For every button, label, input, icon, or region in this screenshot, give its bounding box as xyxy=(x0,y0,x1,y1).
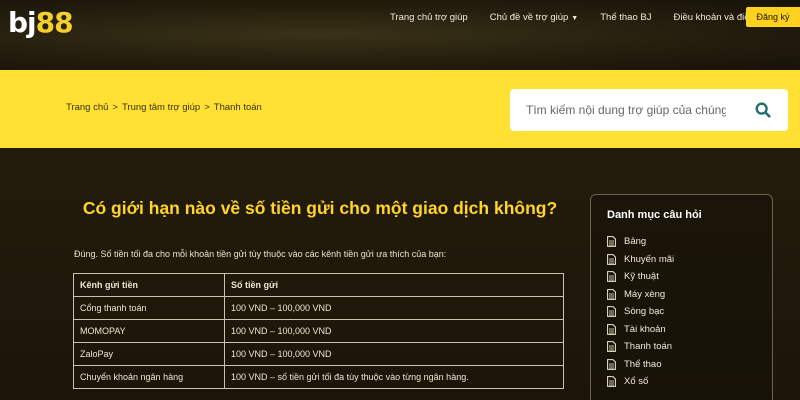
category-item-tables[interactable]: Bảng xyxy=(607,233,674,251)
table-cell-amount: 100 VND – 100,000 VND xyxy=(224,319,564,343)
category-label: Thanh toán xyxy=(624,341,673,353)
category-label: Tài khoản xyxy=(624,323,666,335)
breadcrumb-help-center[interactable]: Trung tâm trợ giúp xyxy=(122,102,200,113)
document-icon xyxy=(607,288,616,300)
table-header-amount: Số tiền gửi xyxy=(224,273,564,297)
category-label: Sòng bạc xyxy=(624,306,665,318)
top-header: bj88 Trang chủ trợ giúp Chủ đề về trợ gi… xyxy=(0,0,800,70)
search-icon[interactable] xyxy=(754,101,772,119)
category-item-casino[interactable]: Sòng bạc xyxy=(607,303,674,321)
table-row: Chuyển khoản ngân hàng 100 VND – số tiền… xyxy=(73,365,564,389)
nav-help-home[interactable]: Trang chủ trợ giúp xyxy=(390,12,468,23)
search-input[interactable] xyxy=(526,101,726,119)
nav-help-topics-label: Chủ đề về trợ giúp xyxy=(489,12,569,23)
breadcrumb-separator: > xyxy=(204,102,210,113)
breadcrumb-home[interactable]: Trang chủ xyxy=(66,102,108,113)
table-header-row: Kênh gửi tiền Số tiền gửi xyxy=(73,273,564,297)
category-item-technical[interactable]: Kỹ thuật xyxy=(607,268,674,286)
article-intro: Đúng. Số tiền tối đa cho mỗi khoản tiền … xyxy=(74,249,447,259)
nav-bj-sports[interactable]: Thể thao BJ xyxy=(600,12,651,23)
table-cell-channel: Chuyển khoản ngân hàng xyxy=(73,365,225,389)
category-label: Bảng xyxy=(624,236,647,248)
breadcrumb-separator: > xyxy=(112,102,118,113)
table-cell-channel: MOMOPAY xyxy=(73,319,225,343)
table-header-channel: Kênh gửi tiền xyxy=(73,273,225,297)
category-item-sports[interactable]: Thể thao xyxy=(607,356,674,374)
table-cell-amount: 100 VND – 100,000 VND xyxy=(224,342,564,366)
category-label: Máy xèng xyxy=(624,288,666,300)
document-icon xyxy=(607,253,616,265)
document-icon xyxy=(607,323,616,335)
search-box xyxy=(510,89,788,131)
table-row: Cổng thanh toán 100 VND – 100,000 VND xyxy=(73,296,564,320)
sidebar-title: Danh mục câu hỏi xyxy=(607,209,702,221)
logo-prefix: bj xyxy=(8,6,37,39)
category-label: Khuyến mãi xyxy=(624,253,675,265)
category-label: Thể thao xyxy=(624,358,662,370)
category-item-payment[interactable]: Thanh toán xyxy=(607,338,674,356)
category-item-slots[interactable]: Máy xèng xyxy=(607,286,674,304)
document-icon xyxy=(607,306,616,318)
document-icon xyxy=(607,341,616,353)
table-cell-channel: Cổng thanh toán xyxy=(73,296,225,320)
nav-help-topics[interactable]: Chủ đề về trợ giúp ▼ xyxy=(490,12,579,23)
document-icon xyxy=(607,358,616,370)
table-cell-channel: ZaloPay xyxy=(73,342,225,366)
logo-number: 88 xyxy=(35,6,74,39)
question-categories-panel: Danh mục câu hỏi Bảng Khuyến mãi Kỹ thuậ… xyxy=(590,194,773,400)
document-icon xyxy=(607,271,616,283)
table-row: MOMOPAY 100 VND – 100,000 VND xyxy=(73,319,564,343)
table-cell-amount: 100 VND – 100,000 VND xyxy=(224,296,564,320)
document-icon xyxy=(607,236,616,248)
category-label: Kỹ thuật xyxy=(624,271,659,283)
category-item-account[interactable]: Tài khoản xyxy=(607,321,674,339)
document-icon xyxy=(607,376,616,388)
breadcrumb-payment[interactable]: Thanh toán xyxy=(214,102,262,113)
category-item-promotions[interactable]: Khuyến mãi xyxy=(607,251,674,269)
category-label: Xổ số xyxy=(624,376,649,388)
category-item-lottery[interactable]: Xổ số xyxy=(607,373,674,391)
deposit-limits-table: Kênh gửi tiền Số tiền gửi Cổng thanh toá… xyxy=(73,273,564,389)
caret-down-icon: ▼ xyxy=(571,15,579,22)
category-list: Bảng Khuyến mãi Kỹ thuật Máy xèng Sòng b… xyxy=(607,233,674,391)
main-nav: Trang chủ trợ giúp Chủ đề về trợ giúp ▼ T… xyxy=(390,12,797,23)
table-row: ZaloPay 100 VND – 100,000 VND xyxy=(73,342,564,366)
signup-button[interactable]: Đăng ký xyxy=(746,7,800,27)
hero-band: Trang chủ > Trung tâm trợ giúp > Thanh t… xyxy=(0,70,800,148)
bj88-logo[interactable]: bj88 xyxy=(8,6,74,39)
article-question: Có giới hạn nào về số tiền gửi cho một g… xyxy=(82,198,558,218)
table-cell-amount: 100 VND – số tiền gửi tối đa tùy thuộc v… xyxy=(224,365,564,389)
breadcrumb: Trang chủ > Trung tâm trợ giúp > Thanh t… xyxy=(66,102,262,113)
